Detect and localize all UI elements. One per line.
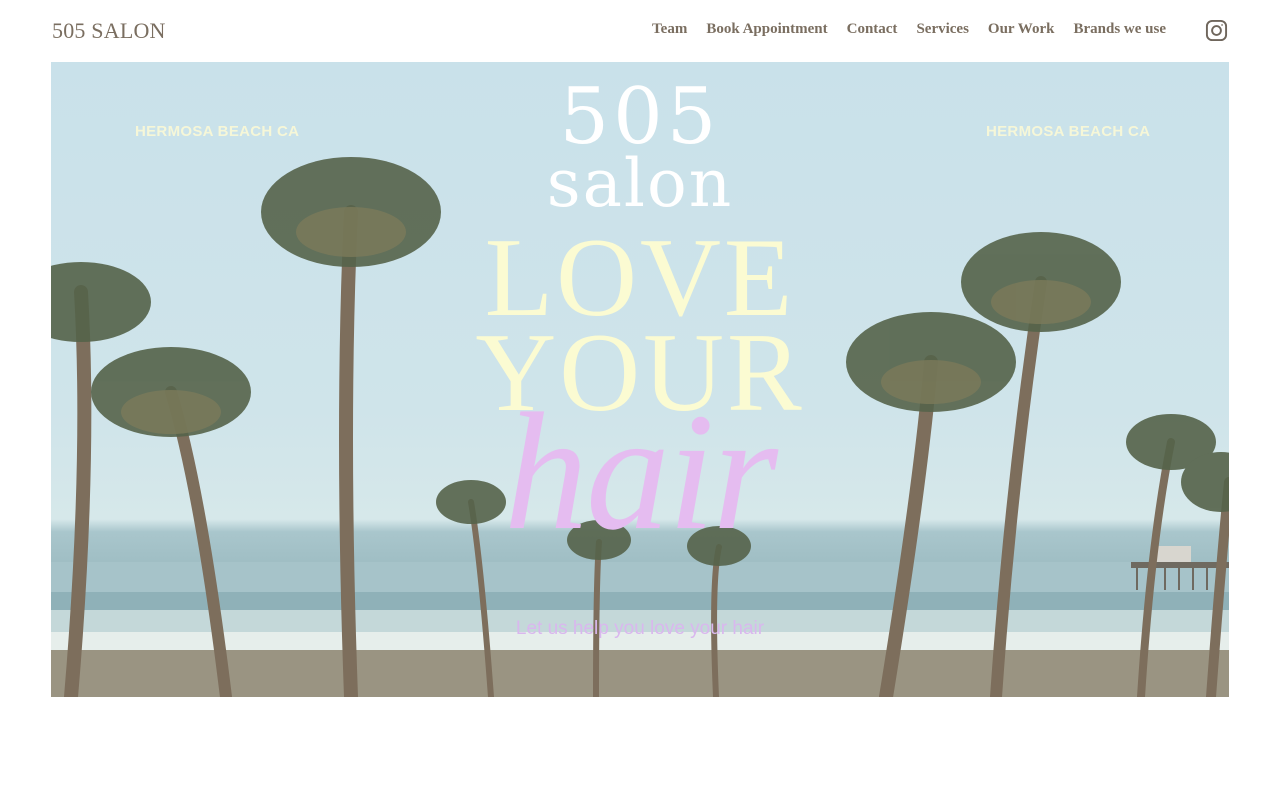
site-header: 505 SALON Team Book Appointment Contact … xyxy=(0,0,1280,62)
hero-banner: HERMOSA BEACH CA HERMOSA BEACH CA 505 sa… xyxy=(51,62,1229,697)
nav-team[interactable]: Team xyxy=(652,21,687,38)
site-logo[interactable]: 505 SALON xyxy=(52,18,166,44)
main-nav: Team Book Appointment Contact Services O… xyxy=(652,21,1166,38)
nav-our-work[interactable]: Our Work xyxy=(988,21,1055,38)
hero-tagline: Let us help you love your hair xyxy=(515,618,765,639)
nav-brands-we-use[interactable]: Brands we use xyxy=(1073,21,1166,38)
nav-contact[interactable]: Contact xyxy=(847,21,898,38)
instagram-icon[interactable] xyxy=(1205,19,1228,42)
nav-book-appointment[interactable]: Book Appointment xyxy=(706,21,827,38)
hero-headline-hair: hair xyxy=(503,379,778,565)
hero-title-salon: salon xyxy=(546,145,734,222)
nav-services[interactable]: Services xyxy=(916,21,968,38)
